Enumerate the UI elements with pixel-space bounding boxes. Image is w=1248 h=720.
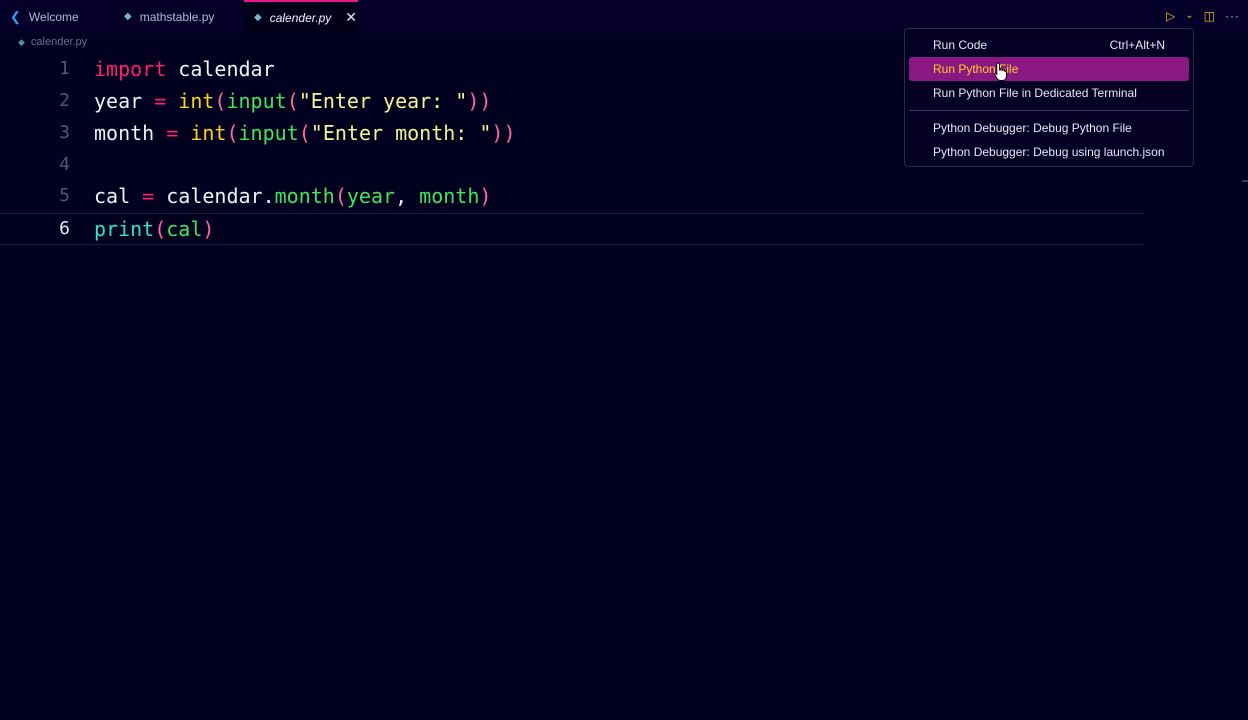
code-token: month bbox=[419, 184, 480, 208]
line-number: 4 bbox=[59, 154, 70, 175]
code-token: cal bbox=[166, 217, 203, 241]
scrollbar[interactable] bbox=[1242, 180, 1248, 182]
close-icon[interactable]: ✕ bbox=[345, 9, 357, 26]
code-token: ( bbox=[214, 89, 227, 113]
code-token: ) bbox=[479, 184, 492, 208]
more-icon[interactable]: ··· bbox=[1225, 8, 1240, 24]
code-token: ) bbox=[491, 121, 504, 145]
code-token: = bbox=[130, 184, 167, 208]
code-token: ) bbox=[503, 121, 516, 145]
line-number: 5 bbox=[59, 185, 70, 206]
menu-item-run-code[interactable]: Run Code Ctrl+Alt+N bbox=[909, 33, 1189, 57]
tab-label: calender.py bbox=[269, 10, 332, 25]
split-editor-icon[interactable]: ◫ bbox=[1204, 8, 1215, 24]
menu-item-label: Python Debugger: Debug Python File bbox=[933, 121, 1132, 135]
breadcrumb-file[interactable]: calender.py bbox=[31, 36, 87, 48]
breadcrumb: ◆ calender.py bbox=[18, 36, 87, 48]
code-token: calendar bbox=[166, 57, 275, 81]
code-token: month bbox=[274, 184, 335, 208]
menu-item-debug-python-file[interactable]: Python Debugger: Debug Python File bbox=[909, 116, 1189, 140]
code-token: int bbox=[190, 121, 227, 145]
line-number: 3 bbox=[59, 122, 70, 143]
code-token: month bbox=[94, 121, 155, 145]
code-token: int bbox=[178, 89, 215, 113]
code-token: year bbox=[94, 89, 143, 113]
python-file-icon: ◆ bbox=[18, 36, 25, 47]
run-dropdown-menu: Run Code Ctrl+Alt+N Run Python File Run … bbox=[904, 28, 1194, 167]
line-number: 2 bbox=[59, 90, 70, 111]
code-token: ) bbox=[479, 89, 492, 113]
python-file-icon: ◆ bbox=[124, 11, 132, 22]
menu-divider bbox=[909, 110, 1189, 111]
line-number: 1 bbox=[59, 58, 70, 79]
code-token: print bbox=[94, 217, 155, 241]
tab-label: Welcome bbox=[28, 9, 79, 24]
menu-item-run-dedicated-terminal[interactable]: Run Python File in Dedicated Terminal bbox=[909, 81, 1189, 105]
code-token: calendar bbox=[166, 184, 263, 208]
code-token: . bbox=[262, 184, 275, 208]
code-token: year bbox=[346, 184, 396, 208]
menu-item-label: Python Debugger: Debug using launch.json bbox=[933, 145, 1165, 159]
menu-item-label: Run Python File in Dedicated Terminal bbox=[933, 86, 1137, 100]
vscode-icon: ❮ bbox=[10, 8, 21, 24]
code-token: ( bbox=[334, 184, 347, 208]
code-token: ( bbox=[286, 89, 299, 113]
python-file-icon: ◆ bbox=[254, 12, 262, 23]
code-token: , bbox=[395, 184, 420, 208]
menu-item-debug-launch-json[interactable]: Python Debugger: Debug using launch.json bbox=[909, 140, 1189, 164]
code-line-current: 6 print(cal) bbox=[0, 213, 1144, 245]
editor-actions: ▷ ⌄ ◫ ··· bbox=[1166, 8, 1240, 24]
chevron-down-icon[interactable]: ⌄ bbox=[1185, 8, 1193, 24]
code-token: = bbox=[142, 89, 179, 113]
tab-label: mathstable.py bbox=[139, 9, 215, 24]
code-token: ( bbox=[298, 121, 311, 145]
code-token: import bbox=[94, 57, 167, 81]
code-token: = bbox=[154, 121, 191, 145]
line-number: 6 bbox=[59, 218, 70, 239]
code-token: cal bbox=[94, 184, 131, 208]
code-token: ( bbox=[154, 217, 167, 241]
code-token: input bbox=[226, 89, 287, 113]
menu-item-label: Run Code bbox=[933, 38, 988, 52]
run-icon[interactable]: ▷ bbox=[1166, 8, 1175, 24]
code-token: ) bbox=[202, 217, 215, 241]
code-line: 5 cal = calendar.month(year, month) bbox=[0, 181, 1248, 211]
menu-item-run-python-file[interactable]: Run Python File bbox=[909, 57, 1189, 81]
tab-mathstable[interactable]: ◆ mathstable.py bbox=[114, 0, 242, 33]
code-token: ) bbox=[467, 89, 480, 113]
code-token: input bbox=[238, 121, 299, 145]
tab-calender[interactable]: ◆ calender.py ✕ bbox=[244, 0, 358, 33]
tab-welcome[interactable]: ❮ Welcome bbox=[0, 0, 110, 33]
hand-cursor-icon bbox=[994, 62, 1007, 81]
code-token: "Enter year: " bbox=[298, 89, 468, 113]
code-token: "Enter month: " bbox=[310, 121, 492, 145]
menu-item-shortcut: Ctrl+Alt+N bbox=[1109, 38, 1165, 52]
code-token: ( bbox=[226, 121, 239, 145]
